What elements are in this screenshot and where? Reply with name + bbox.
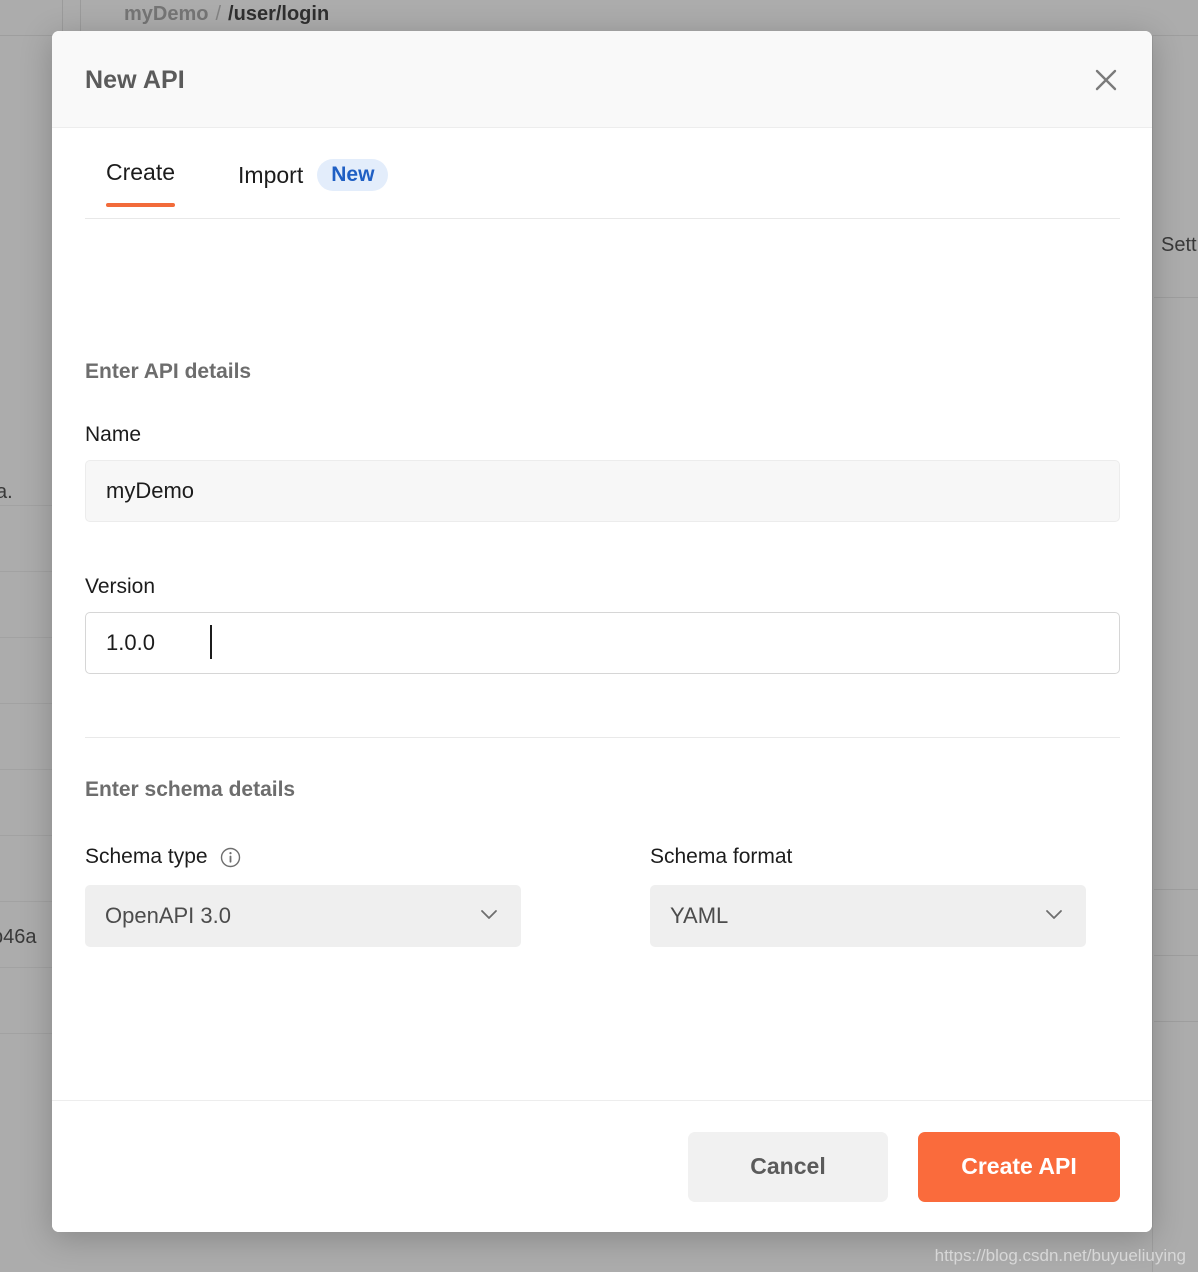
schema-format-value: YAML <box>670 903 729 928</box>
schema-type-label: Schema type <box>85 845 208 868</box>
tab-import-label: Import <box>238 161 304 188</box>
version-input[interactable] <box>85 612 1120 674</box>
text-cursor <box>210 625 212 659</box>
modal-body: Create Import New Enter API details Name… <box>52 128 1152 1100</box>
modal-footer: Cancel Create API <box>52 1100 1152 1232</box>
name-field-label: Name <box>85 423 142 446</box>
schema-type-value: OpenAPI 3.0 <box>105 903 231 928</box>
schema-format-label: Schema format <box>650 845 793 868</box>
cancel-button[interactable]: Cancel <box>688 1131 888 1202</box>
chevron-down-icon <box>1042 902 1066 931</box>
section-heading-api-details: Enter API details <box>85 360 252 383</box>
tab-create-label: Create <box>106 159 176 185</box>
create-api-button[interactable]: Create API <box>918 1131 1120 1202</box>
watermark: https://blog.csdn.net/buyueliuying <box>934 1246 1186 1265</box>
section-divider <box>85 737 1120 738</box>
tab-import-new-badge: New <box>317 159 389 191</box>
section-heading-schema-details: Enter schema details <box>85 778 296 801</box>
version-field-label: Version <box>85 575 156 598</box>
close-icon[interactable] <box>1087 61 1125 99</box>
chevron-down-icon <box>477 902 501 931</box>
modal-header: New API <box>52 31 1152 128</box>
modal-tabs: Create Import New <box>85 159 1120 219</box>
tab-import[interactable]: Import New <box>238 159 389 211</box>
info-icon[interactable] <box>220 847 241 868</box>
schema-format-select[interactable]: YAML <box>650 885 1086 947</box>
tab-create[interactable]: Create <box>106 159 176 207</box>
modal-title: New API <box>85 66 185 94</box>
schema-type-label-group: Schema type <box>85 845 241 869</box>
schema-type-select[interactable]: OpenAPI 3.0 <box>85 885 521 947</box>
name-input[interactable] <box>85 460 1120 522</box>
new-api-modal: New API Create Import New Enter API deta… <box>52 31 1152 1232</box>
